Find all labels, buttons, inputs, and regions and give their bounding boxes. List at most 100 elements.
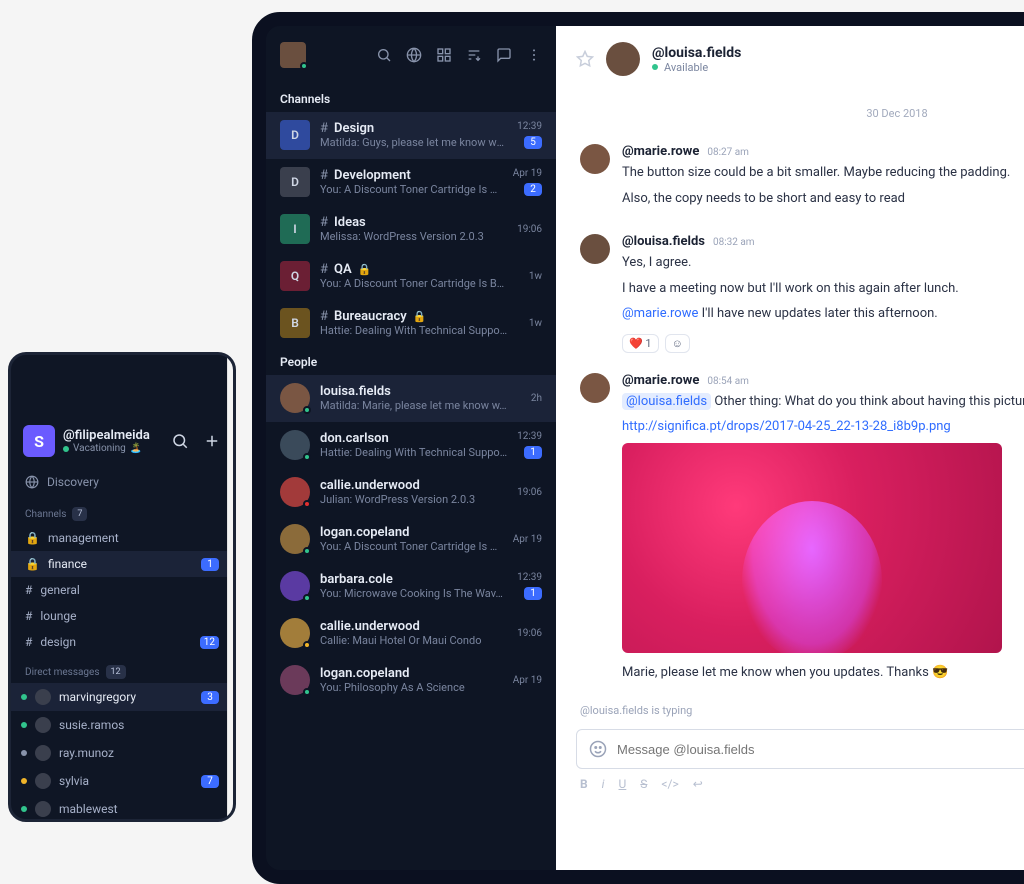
conversation-header: @louisa.fields Available: [556, 26, 1024, 93]
hash-icon: #: [320, 121, 328, 136]
workspace-name: @filipealmeida: [63, 428, 171, 443]
phone-dm-item[interactable]: mablewest: [11, 795, 233, 822]
mention[interactable]: @louisa.fields: [622, 393, 711, 410]
dm-avatar: [35, 717, 51, 733]
person-preview: Julian: WordPress Version 2.0.3: [320, 493, 507, 506]
person-item[interactable]: logan.copeland You: Philosophy As A Scie…: [266, 657, 556, 704]
message-avatar: [580, 234, 610, 264]
message-icon[interactable]: [496, 47, 512, 63]
person-name: logan.copeland: [320, 525, 503, 540]
person-item[interactable]: don.carlson Hattie: Dealing With Technic…: [266, 422, 556, 469]
format-bold[interactable]: B: [580, 777, 588, 791]
unread-badge: 1: [524, 587, 542, 600]
person-preview: Matilda: Marie, please let me know w…: [320, 399, 521, 412]
add-reaction-button[interactable]: ☺: [665, 334, 690, 353]
phone-dm-item[interactable]: susie.ramos: [11, 711, 233, 739]
message-author[interactable]: @marie.rowe: [622, 373, 699, 388]
globe-icon[interactable]: [406, 47, 422, 63]
phone-dm-item[interactable]: sylvia 7: [11, 767, 233, 795]
grid-icon[interactable]: [436, 47, 452, 63]
user-avatar[interactable]: [280, 42, 306, 68]
sort-icon[interactable]: [466, 47, 482, 63]
phone-dm-name: sylvia: [59, 774, 89, 788]
format-code[interactable]: </>: [661, 777, 678, 791]
image-attachment[interactable]: [622, 443, 1002, 653]
reaction-chip[interactable]: ❤️ 1: [622, 334, 659, 353]
phone-dm-label: Direct messages: [25, 667, 100, 678]
person-text: barbara.cole You: Microwave Cooking Is T…: [320, 572, 507, 600]
person-name: logan.copeland: [320, 666, 503, 681]
hash-icon: #: [320, 309, 328, 324]
person-meta: Apr 19: [513, 675, 542, 686]
lock-icon: 🔒: [25, 557, 40, 571]
channel-item[interactable]: I # Ideas Melissa: WordPress Version 2.0…: [266, 206, 556, 253]
person-item[interactable]: callie.underwood Callie: Maui Hotel Or M…: [266, 610, 556, 657]
message-header: @marie.rowe 08:27 am: [622, 144, 1024, 159]
channel-badge: D: [280, 120, 310, 150]
phone-channel-item[interactable]: 🔒finance1: [11, 551, 233, 577]
phone-channel-item[interactable]: #design12: [11, 629, 233, 655]
channel-time: 12:39: [517, 121, 542, 132]
lock-icon: 🔒: [25, 531, 40, 545]
presence-dot: [63, 446, 69, 452]
people-section-label: People: [266, 347, 556, 375]
channel-item[interactable]: D # Development You: A Discount Toner Ca…: [266, 159, 556, 206]
person-item[interactable]: louisa.fields Matilda: Marie, please let…: [266, 375, 556, 422]
mention[interactable]: @marie.rowe: [622, 306, 698, 321]
channel-badge: I: [280, 214, 310, 244]
person-text: callie.underwood Callie: Maui Hotel Or M…: [320, 619, 507, 647]
channel-time: 19:06: [517, 224, 542, 235]
workspace-status: Vacationing 🏝️: [63, 443, 171, 454]
app-window: Channels D # Design Matilda: Guys, pleas…: [266, 26, 1024, 870]
person-time: Apr 19: [513, 675, 542, 686]
conversation-name: @louisa.fields: [652, 45, 741, 61]
workspace-badge[interactable]: S: [23, 425, 55, 457]
sidebar-top: [266, 26, 556, 84]
message: @marie.rowe 08:54 am @louisa.fields Othe…: [556, 363, 1024, 699]
dm-avatar: [35, 689, 51, 705]
more-icon[interactable]: [526, 47, 542, 63]
person-avatar: [280, 430, 310, 460]
channel-badge: D: [280, 167, 310, 197]
link[interactable]: http://significa.pt/drops/2017-04-25_22-…: [622, 419, 951, 434]
discovery-button[interactable]: Discovery: [11, 467, 233, 497]
channel-text: # Design Matilda: Guys, please let me kn…: [320, 121, 507, 149]
phone-channel-name: management: [48, 531, 119, 545]
format-strike[interactable]: S: [640, 777, 647, 791]
message-author[interactable]: @marie.rowe: [622, 144, 699, 159]
person-item[interactable]: logan.copeland You: A Discount Toner Car…: [266, 516, 556, 563]
person-item[interactable]: callie.underwood Julian: WordPress Versi…: [266, 469, 556, 516]
compose-icon[interactable]: [203, 432, 221, 450]
format-send[interactable]: ↩: [693, 777, 703, 791]
unread-badge: 3: [201, 691, 219, 704]
format-italic[interactable]: i: [602, 777, 605, 791]
hash-icon: #: [25, 583, 32, 597]
channel-item[interactable]: Q # QA 🔒 You: A Discount Toner Cartridge…: [266, 253, 556, 300]
star-icon[interactable]: [576, 50, 594, 68]
message-body: @marie.rowe 08:27 am The button size cou…: [622, 144, 1024, 214]
channel-item[interactable]: D # Design Matilda: Guys, please let me …: [266, 112, 556, 159]
channel-meta: 1w: [529, 271, 542, 282]
phone-dm-item[interactable]: ray.munoz: [11, 739, 233, 767]
message-avatar: [580, 373, 610, 403]
composer-input[interactable]: [617, 742, 1024, 757]
phone-channel-item[interactable]: #lounge: [11, 603, 233, 629]
format-underline[interactable]: U: [619, 777, 627, 791]
person-text: logan.copeland You: Philosophy As A Scie…: [320, 666, 503, 694]
channel-text: # Development You: A Discount Toner Cart…: [320, 168, 503, 196]
message-author[interactable]: @louisa.fields: [622, 234, 705, 249]
emoji-icon[interactable]: [589, 740, 607, 758]
search-icon[interactable]: [171, 432, 189, 450]
person-meta: 19:06: [517, 628, 542, 639]
person-item[interactable]: barbara.cole You: Microwave Cooking Is T…: [266, 563, 556, 610]
channel-name: Development: [334, 168, 411, 183]
channel-item[interactable]: B # Bureaucracy 🔒 Hattie: Dealing With T…: [266, 300, 556, 347]
composer[interactable]: [576, 729, 1024, 769]
phone-channel-item[interactable]: #general: [11, 577, 233, 603]
phone-channel-item[interactable]: 🔒 management: [11, 525, 233, 551]
person-time: 19:06: [517, 487, 542, 498]
phone-dm-item[interactable]: marvingregory 3: [11, 683, 233, 711]
search-icon[interactable]: [376, 47, 392, 63]
unread-badge: 5: [524, 136, 542, 149]
person-avatar: [280, 665, 310, 695]
